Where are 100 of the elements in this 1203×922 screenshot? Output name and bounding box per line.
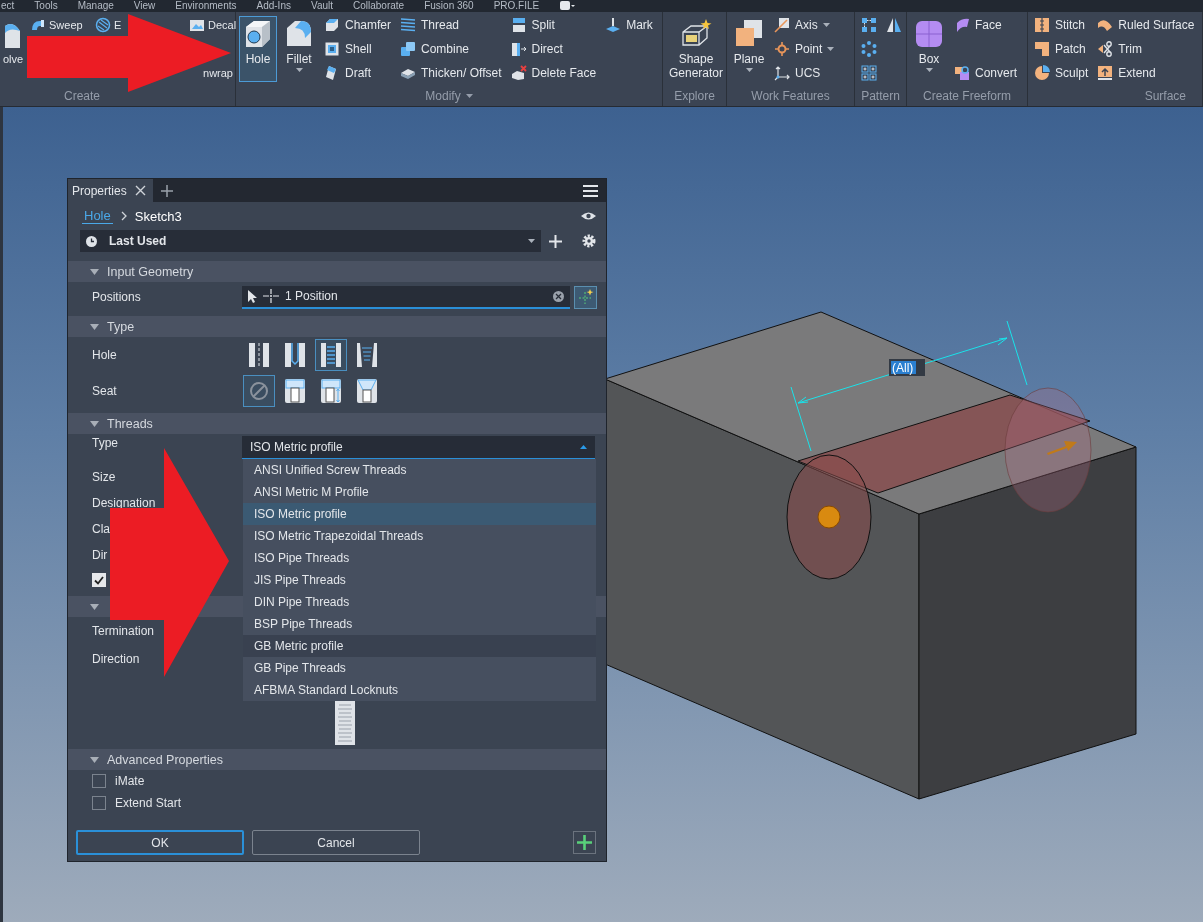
collapse-triangle-icon[interactable]: [90, 323, 99, 330]
thread-type-dropdown[interactable]: ISO Metric profile: [242, 436, 595, 459]
menu-item[interactable]: Environments: [175, 0, 237, 12]
ribbon-tool-button[interactable]: Decal: [186, 16, 240, 34]
ribbon-tool-button[interactable]: Mark: [602, 16, 656, 34]
ribbon-tool-button[interactable]: Box: [910, 16, 948, 82]
ribbon-tool-button[interactable]: E: [92, 16, 125, 34]
menu-item[interactable]: View: [133, 0, 156, 12]
hole-type-option[interactable]: [315, 339, 347, 371]
striped-disc-icon: [95, 17, 111, 33]
ribbon-tool-button[interactable]: Sculpt: [1031, 64, 1092, 82]
ribbon-tool-button[interactable]: Chamfer: [321, 16, 394, 34]
ribbon-tool-button[interactable]: Delete Face: [507, 64, 600, 82]
thread-preview-icon: [335, 701, 355, 745]
ribbon-tool-button[interactable]: Convert: [951, 64, 1021, 82]
ribbon-tool-button[interactable]: Shell: [321, 40, 375, 58]
add-icon[interactable]: [160, 184, 173, 197]
dropdown-option[interactable]: ANSI Metric M Profile: [243, 481, 596, 503]
field-label: Designation: [92, 496, 156, 510]
eye-icon[interactable]: [581, 211, 596, 221]
dropdown-option[interactable]: GB Metric profile: [243, 635, 596, 657]
ribbon-tool-button[interactable]: Plane: [730, 16, 768, 82]
picture-icon: [189, 17, 205, 33]
ribbon-tool-button[interactable]: Axis: [771, 16, 833, 34]
dropdown-option[interactable]: AFBMA Standard Locknuts: [243, 679, 596, 701]
block-cross-icon: [510, 65, 527, 81]
ribbon-tool-button[interactable]: Trim: [1094, 40, 1145, 58]
ribbon-tool-button[interactable]: Shape Generator: [666, 16, 726, 82]
close-icon[interactable]: [134, 185, 146, 196]
hollow-cube-icon: [324, 41, 340, 57]
collapse-triangle-icon[interactable]: [90, 268, 99, 275]
checkbox[interactable]: [92, 774, 106, 788]
menu-icon[interactable]: [583, 184, 598, 197]
dropdown-option[interactable]: ANSI Unified Screw Threads: [243, 459, 596, 481]
ribbon-tool-button[interactable]: Extend: [1094, 64, 1159, 82]
dropdown-option[interactable]: GB Pipe Threads: [243, 657, 596, 679]
menu-item[interactable]: Vault: [310, 0, 333, 12]
clear-icon[interactable]: [553, 290, 564, 302]
dropdown-option[interactable]: DIN Pipe Threads: [243, 591, 596, 613]
breadcrumb-link[interactable]: Hole: [82, 208, 113, 224]
settings-icon[interactable]: [582, 234, 596, 248]
menu-item[interactable]: Manage: [77, 0, 114, 12]
collapse-triangle-icon[interactable]: [90, 603, 99, 610]
chevron-icon: [120, 211, 127, 221]
ribbon-tool-button[interactable]: Combine: [397, 40, 473, 58]
menu-item[interactable]: Fusion 360: [424, 0, 474, 12]
account-icon[interactable]: [559, 1, 576, 11]
ribbon-tool-button[interactable]: UCS: [771, 64, 824, 82]
dialog-button[interactable]: OK: [76, 830, 244, 855]
preset-dropdown[interactable]: Last Used: [80, 230, 541, 252]
dropdown-option[interactable]: ISO Metric Trapezoidal Threads: [243, 525, 596, 547]
field-label: Cla: [92, 522, 110, 536]
dropdown-option[interactable]: JIS Pipe Threads: [243, 569, 596, 591]
menu-item[interactable]: Tools: [34, 0, 58, 12]
dialog-button[interactable]: Cancel: [252, 830, 420, 855]
grid-pattern-icon: [861, 17, 877, 33]
ribbon-tool-button[interactable]: Thread: [397, 16, 463, 34]
add-button[interactable]: [573, 831, 596, 854]
ribbon-tool-button[interactable]: Direct: [507, 40, 566, 58]
scissors-icon: [1097, 41, 1114, 57]
dropdown-option[interactable]: BSP Pipe Threads: [243, 613, 596, 635]
dimension-label[interactable]: (All): [889, 359, 925, 376]
panel-label: Work Features: [751, 89, 830, 103]
panel-tab[interactable]: Properties: [68, 179, 153, 202]
menu-item[interactable]: Collaborate: [353, 0, 405, 12]
panel-label: Create Freeform: [923, 89, 1011, 103]
menu-item[interactable]: PRO.FILE: [493, 0, 540, 12]
ribbon-tool-button[interactable]: Hole: [239, 16, 277, 82]
collapse-triangle-icon[interactable]: [90, 756, 99, 763]
cube-icon: [913, 18, 945, 50]
crosshair-icon: [263, 289, 279, 303]
checkbox-label: Extend Start: [115, 796, 182, 810]
ribbon-tool-button[interactable]: olve: [0, 16, 27, 82]
sphere-handle[interactable]: [817, 505, 841, 529]
dropdown-option[interactable]: ISO Pipe Threads: [243, 547, 596, 569]
add-position-button[interactable]: [574, 285, 597, 309]
selection-field[interactable]: 1 Position: [242, 285, 570, 309]
menu-item[interactable]: Add-Ins: [256, 0, 291, 12]
menu-item[interactable]: ect: [1, 0, 15, 12]
face-arrow-icon: [510, 41, 527, 57]
blind-hole-icon: [285, 343, 305, 367]
field-label: Termination: [92, 624, 155, 638]
pattern-tool-button[interactable]: [858, 64, 880, 82]
collapse-triangle-icon[interactable]: [90, 420, 99, 427]
ribbon-tool-button[interactable]: Stitch: [1031, 16, 1088, 34]
ribbon-tool-button[interactable]: Fillet: [280, 16, 318, 82]
ribbon-tool-button[interactable]: nwrap: [200, 64, 236, 82]
field-label: Seat: [92, 384, 117, 398]
curved-face-icon: [954, 17, 970, 33]
panel-label: Create: [64, 89, 101, 103]
ribbon-tool-button[interactable]: Split: [507, 16, 558, 34]
ribbon-tool-button[interactable]: Face: [951, 16, 1005, 34]
ribbon-tool-button[interactable]: Sweep: [27, 16, 86, 34]
ribbon-tool-button[interactable]: Point: [771, 40, 838, 58]
ribbon-tool-button[interactable]: Draft: [321, 64, 374, 82]
checkbox[interactable]: [92, 796, 106, 810]
ribbon-tool-button[interactable]: Patch: [1031, 40, 1089, 58]
dropdown-option[interactable]: ISO Metric profile: [243, 503, 596, 525]
ribbon-tool-button[interactable]: Thicken/ Offset: [397, 64, 505, 82]
ribbon-tool-button[interactable]: Ruled Surface: [1094, 16, 1198, 34]
